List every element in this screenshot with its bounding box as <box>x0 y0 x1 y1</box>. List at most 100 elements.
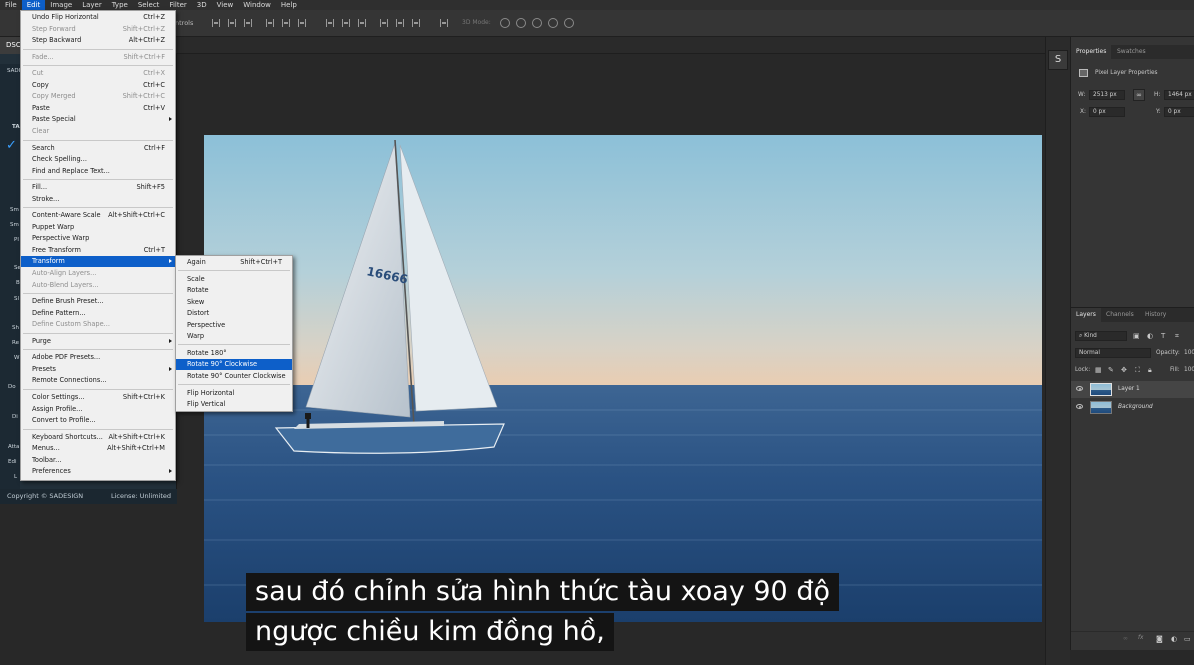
plugin-label[interactable]: Do <box>8 384 16 390</box>
plugin-label[interactable]: Sl <box>14 296 19 302</box>
edit-menu-item-undo-flip-horizontal[interactable]: Undo Flip Horizontal Ctrl+Z <box>21 12 175 23</box>
filter-type-icon[interactable]: T <box>1161 332 1165 340</box>
edit-menu-item-find-and-replace-text[interactable]: Find and Replace Text... <box>21 166 175 177</box>
align-top-icon[interactable] <box>212 19 220 27</box>
x-field[interactable]: 0 px <box>1089 107 1125 117</box>
edit-menu-item-paste-special[interactable]: Paste Special <box>21 114 175 125</box>
edit-menu-item-copy[interactable]: Copy Ctrl+C <box>21 80 175 91</box>
distribute-left-icon[interactable] <box>380 19 388 27</box>
fill-value[interactable]: 100 <box>1184 367 1194 373</box>
tab-swatches[interactable]: Swatches <box>1112 45 1151 59</box>
transform-menu-item-rotate[interactable]: Rotate <box>176 285 292 296</box>
visibility-eye-icon[interactable] <box>1076 386 1083 391</box>
new-fill-layer-icon[interactable]: ◐ <box>1171 635 1177 643</box>
plugin-label[interactable]: Edi <box>8 459 17 465</box>
align-right-icon[interactable] <box>298 19 306 27</box>
align-horizontal-center-icon[interactable] <box>282 19 290 27</box>
edit-menu-item-preferences[interactable]: Preferences <box>21 466 175 477</box>
edit-menu-item-transform[interactable]: Transform <box>21 256 175 268</box>
add-mask-icon[interactable]: ◙ <box>1156 635 1163 643</box>
plugin-label[interactable]: Re <box>12 340 19 346</box>
link-icon[interactable]: ∞ <box>1133 89 1145 101</box>
fx-button[interactable]: fx <box>1138 635 1143 641</box>
edit-menu-item-check-spelling[interactable]: Check Spelling... <box>21 154 175 165</box>
lock-brush-icon[interactable]: ✎ <box>1108 366 1114 374</box>
transform-menu-item-perspective[interactable]: Perspective <box>176 320 292 331</box>
transform-menu-item-distort[interactable]: Distort <box>176 308 292 319</box>
menu-type[interactable]: Type <box>107 0 133 10</box>
distribute-top-icon[interactable] <box>326 19 334 27</box>
transform-menu-item-rotate-180[interactable]: Rotate 180° <box>176 348 292 359</box>
width-field[interactable]: 2513 px <box>1089 90 1125 100</box>
edit-menu-item-assign-profile[interactable]: Assign Profile... <box>21 404 175 415</box>
y-field[interactable]: 0 px <box>1164 107 1194 117</box>
plugin-label[interactable]: Sm <box>10 207 19 213</box>
menu-window[interactable]: Window <box>238 0 276 10</box>
visibility-eye-icon[interactable] <box>1076 404 1083 409</box>
lock-transparency-icon[interactable]: ▦ <box>1095 366 1102 374</box>
edit-menu-item-search[interactable]: Search Ctrl+F <box>21 143 175 154</box>
transform-menu-item-again[interactable]: Again Shift+Ctrl+T <box>176 257 292 268</box>
transform-menu-item-flip-vertical[interactable]: Flip Vertical <box>176 399 292 410</box>
menu-help[interactable]: Help <box>276 0 302 10</box>
distribute-bottom-icon[interactable] <box>358 19 366 27</box>
transform-menu-item-rotate-90-counter-clockwise[interactable]: Rotate 90° Counter Clockwise <box>176 371 292 382</box>
transform-menu-item-warp[interactable]: Warp <box>176 331 292 342</box>
distribute-horizontal-center-icon[interactable] <box>396 19 404 27</box>
new-group-icon[interactable]: ▭ <box>1184 635 1191 643</box>
edit-menu-item-purge[interactable]: Purge <box>21 336 175 347</box>
tab-layers[interactable]: Layers <box>1071 308 1101 322</box>
edit-menu-item-step-backward[interactable]: Step Backward Alt+Ctrl+Z <box>21 35 175 46</box>
3d-orbit-icon[interactable] <box>500 18 510 28</box>
edit-menu-item-stroke[interactable]: Stroke... <box>21 194 175 205</box>
filter-adjustment-icon[interactable]: ◐ <box>1147 332 1153 340</box>
align-vertical-center-icon[interactable] <box>228 19 236 27</box>
edit-menu-item-convert-to-profile[interactable]: Convert to Profile... <box>21 415 175 426</box>
height-field[interactable]: 1464 px <box>1164 90 1194 100</box>
edit-menu-item-paste[interactable]: Paste Ctrl+V <box>21 103 175 114</box>
lock-artboard-icon[interactable]: ⛶ <box>1135 366 1140 375</box>
layer-row-background[interactable]: Background <box>1071 399 1194 416</box>
edit-menu-item-define-pattern[interactable]: Define Pattern... <box>21 308 175 319</box>
menu-select[interactable]: Select <box>133 0 165 10</box>
menu-filter[interactable]: Filter <box>164 0 191 10</box>
edit-menu-item-fill[interactable]: Fill... Shift+F5 <box>21 182 175 193</box>
transform-menu-item-flip-horizontal[interactable]: Flip Horizontal <box>176 388 292 399</box>
3d-scale-icon[interactable] <box>564 18 574 28</box>
menu-edit[interactable]: Edit <box>21 0 46 10</box>
transform-menu-item-skew[interactable]: Skew <box>176 297 292 308</box>
edit-menu-item-keyboard-shortcuts[interactable]: Keyboard Shortcuts... Alt+Shift+Ctrl+K <box>21 432 175 443</box>
opacity-value[interactable]: 100 <box>1184 350 1194 356</box>
3d-roll-icon[interactable] <box>516 18 526 28</box>
filter-shape-icon[interactable]: ⌗ <box>1175 332 1179 341</box>
tab-properties[interactable]: Properties <box>1071 45 1112 59</box>
edit-menu-item-adobe-pdf-presets[interactable]: Adobe PDF Presets... <box>21 352 175 363</box>
menu-layer[interactable]: Layer <box>77 0 107 10</box>
edit-menu-item-perspective-warp[interactable]: Perspective Warp <box>21 233 175 244</box>
filter-pixel-icon[interactable]: ▣ <box>1133 332 1140 340</box>
edit-menu-item-color-settings[interactable]: Color Settings... Shift+Ctrl+K <box>21 392 175 403</box>
link-layers-icon[interactable]: ∞ <box>1123 636 1128 642</box>
plugin-label[interactable]: Sm <box>10 222 19 228</box>
align-left-icon[interactable] <box>266 19 274 27</box>
tab-channels[interactable]: Channels <box>1101 308 1139 322</box>
lock-all-icon[interactable]: 🔒︎ <box>1148 366 1152 375</box>
edit-menu-item-free-transform[interactable]: Free Transform Ctrl+T <box>21 245 175 256</box>
edit-menu-item-puppet-warp[interactable]: Puppet Warp <box>21 222 175 233</box>
layer-filter-select[interactable]: ⌕ Kind <box>1075 331 1127 341</box>
edit-menu-item-remote-connections[interactable]: Remote Connections... <box>21 375 175 386</box>
transform-menu-item-rotate-90-clockwise[interactable]: Rotate 90° Clockwise <box>176 359 292 371</box>
edit-menu-item-presets[interactable]: Presets <box>21 364 175 375</box>
edit-menu-item-toolbar[interactable]: Toolbar... <box>21 455 175 466</box>
transform-menu-item-scale[interactable]: Scale <box>176 274 292 285</box>
edit-menu-item-menus[interactable]: Menus... Alt+Shift+Ctrl+M <box>21 443 175 454</box>
auto-align-icon[interactable] <box>440 19 448 27</box>
align-bottom-icon[interactable] <box>244 19 252 27</box>
distribute-vertical-center-icon[interactable] <box>342 19 350 27</box>
plugin-label[interactable]: Pl <box>14 237 19 243</box>
3d-slide-icon[interactable] <box>548 18 558 28</box>
plugin-label[interactable]: W <box>14 355 19 361</box>
menu-view[interactable]: View <box>212 0 239 10</box>
tab-history[interactable]: History <box>1140 308 1171 322</box>
plugin-label[interactable]: L <box>14 474 17 480</box>
